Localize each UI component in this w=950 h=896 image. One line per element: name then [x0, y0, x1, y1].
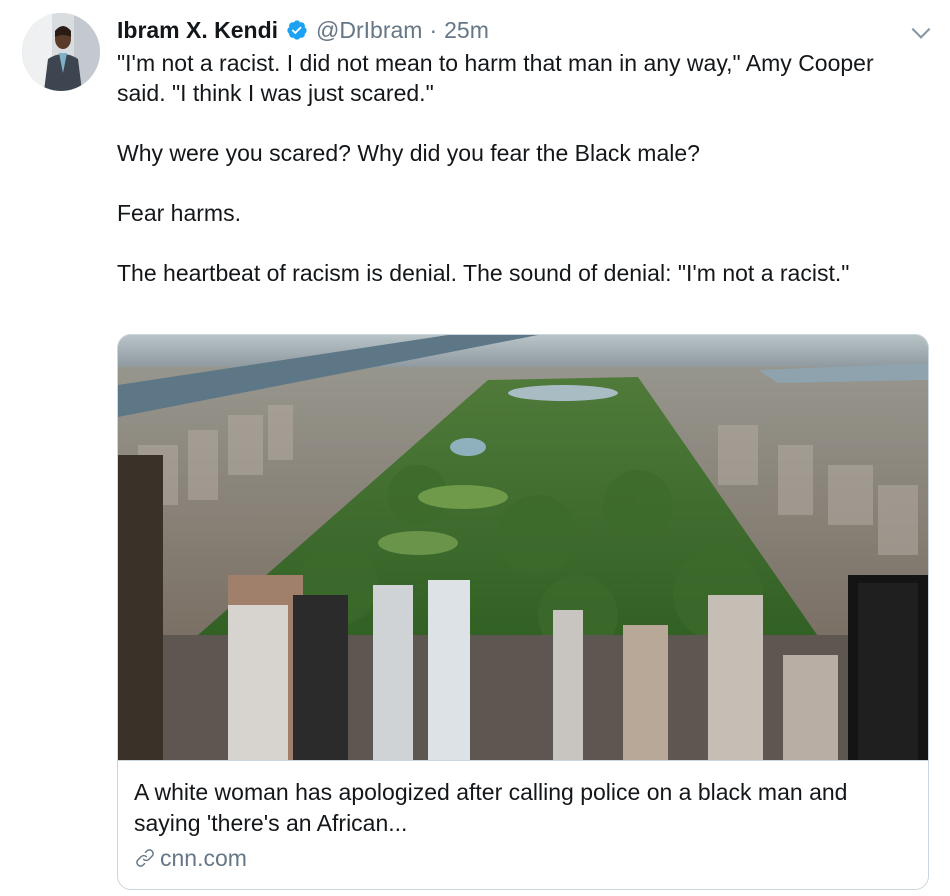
- card-domain[interactable]: cnn.com: [134, 843, 912, 873]
- link-card[interactable]: A white woman has apologized after calli…: [117, 334, 929, 890]
- tweet-timestamp[interactable]: 25m: [444, 17, 489, 44]
- author-name[interactable]: Ibram X. Kendi: [117, 17, 278, 44]
- avatar[interactable]: [22, 13, 100, 91]
- author-handle[interactable]: @DrIbram: [316, 17, 422, 44]
- link-icon: [136, 849, 154, 867]
- card-body[interactable]: A white woman has apologized after calli…: [118, 760, 928, 889]
- tweet-paragraph: The heartbeat of racism is denial. The s…: [117, 260, 850, 286]
- tweet-paragraph: Fear harms.: [117, 200, 241, 226]
- tweet-paragraph: "I'm not a racist. I did not mean to har…: [117, 50, 874, 106]
- card-domain-text: cnn.com: [160, 845, 247, 871]
- tweet-paragraph: Why were you scared? Why did you fear th…: [117, 140, 700, 166]
- card-title[interactable]: A white woman has apologized after calli…: [134, 777, 904, 839]
- tweet-header: Ibram X. Kendi @DrIbram · 25m: [117, 14, 890, 46]
- chevron-down-icon[interactable]: [908, 20, 934, 46]
- verified-badge-icon: [287, 20, 307, 40]
- tweet-text: "I'm not a racist. I did not mean to har…: [117, 48, 907, 288]
- avatar-image: [22, 13, 100, 91]
- card-image[interactable]: [118, 335, 928, 760]
- header-separator: ·: [429, 16, 438, 43]
